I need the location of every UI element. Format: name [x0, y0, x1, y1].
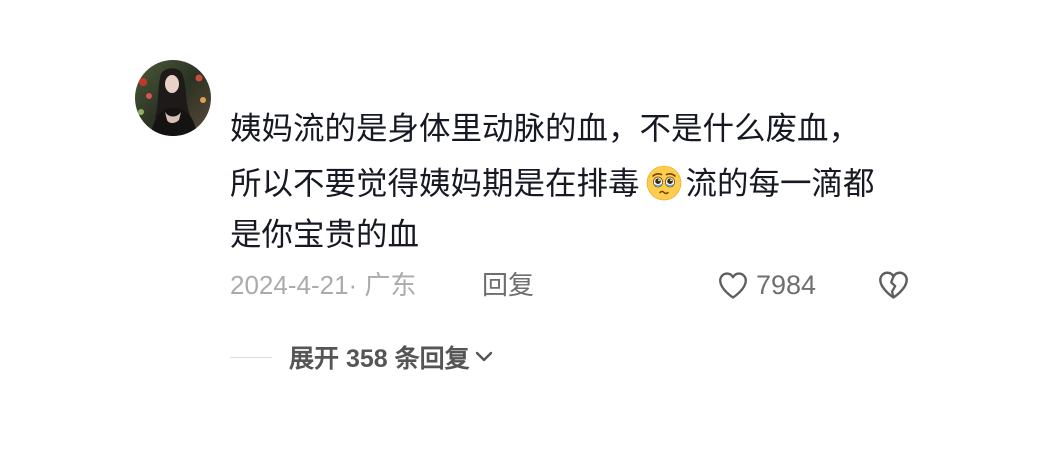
expand-replies-label: 展开 358 条回复 — [289, 345, 470, 373]
divider — [230, 357, 272, 358]
expand-replies-button[interactable]: 展开 358 条回复 — [289, 339, 494, 375]
comment-text-segment: 所以不要觉得姨妈期是在排毒 — [230, 165, 640, 201]
reply-button[interactable]: 回复 — [482, 267, 534, 303]
dislike-button[interactable] — [876, 268, 911, 301]
comment-date-location: 2024-4-21· 广东 — [230, 270, 417, 300]
avatar[interactable] — [135, 60, 211, 136]
broken-heart-icon — [879, 271, 908, 299]
like-count: 7984 — [756, 270, 817, 300]
avatar-image — [135, 60, 211, 136]
heart-outline-icon — [716, 269, 750, 301]
comment-text-line-3: 是你宝贵的血 — [230, 216, 420, 252]
like-button[interactable]: 7984 — [716, 266, 816, 304]
comment-text-line-2: 所以不要觉得姨妈期是在排毒 流的每一滴都 — [230, 163, 875, 203]
comment-text-segment: 流的每一滴都 — [685, 165, 875, 201]
chevron-down-icon — [474, 350, 494, 364]
face-holding-back-tears-icon — [646, 165, 682, 201]
comment-text-line-1: 姨妈流的是身体里动脉的血，不是什么废血， — [230, 110, 861, 146]
